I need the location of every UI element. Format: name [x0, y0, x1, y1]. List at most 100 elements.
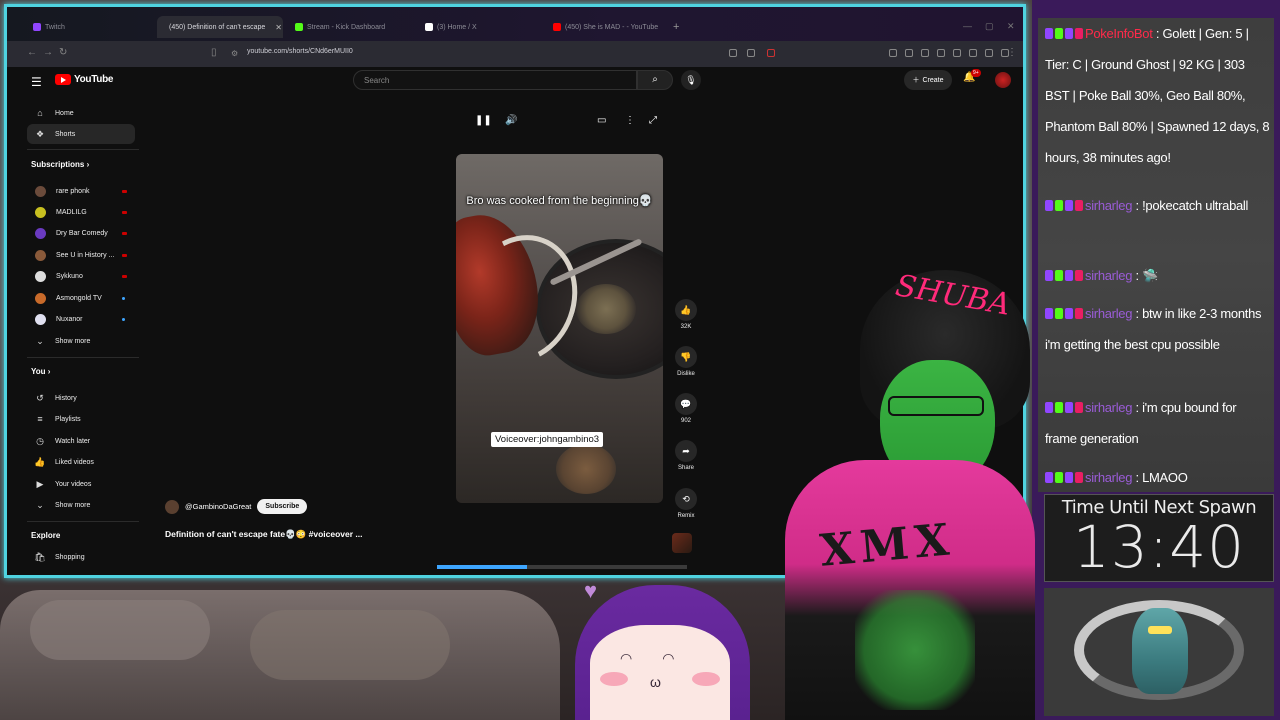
more-options-icon[interactable]: ⋮ — [625, 115, 635, 126]
extension-icon[interactable] — [921, 49, 929, 57]
sidebar-item-playlists[interactable]: ≡ Playlists — [27, 409, 135, 429]
back-icon[interactable]: ← — [27, 47, 37, 58]
chat-username[interactable]: PokeInfoBot — [1085, 26, 1153, 41]
extension-icon[interactable] — [729, 49, 737, 57]
minimize-icon[interactable]: — — [963, 21, 972, 31]
youtube-play-icon — [55, 74, 71, 85]
create-label: Create — [922, 76, 944, 84]
sidebar-item-your-videos[interactable]: ▶ Your videos — [27, 474, 135, 494]
extension-icon[interactable] — [953, 49, 961, 57]
browser-tab-active[interactable]: (450) Definition of can't escape ✕ — [157, 16, 283, 38]
chat-text: LMAOO — [1142, 470, 1188, 485]
browser-tab[interactable]: Stream - Kick Dashboard — [287, 16, 413, 38]
sidebar-channel[interactable]: Sykkuno — [27, 266, 135, 286]
chat-username[interactable]: sirharleg — [1085, 306, 1132, 321]
reload-icon[interactable]: ↻ — [59, 47, 67, 58]
extension-icon[interactable] — [767, 49, 775, 57]
spawn-timer-panel: Time Until Next Spawn 13:40 — [1044, 494, 1274, 582]
maximize-icon[interactable]: ▢ — [985, 21, 994, 32]
extension-icon[interactable] — [747, 49, 755, 57]
sound-thumbnail[interactable] — [672, 533, 692, 553]
like-button[interactable]: 👍 32K — [671, 299, 701, 330]
browser-tab[interactable]: (450) She is MAD - - YouTube — [545, 16, 671, 38]
browser-menu-icon[interactable]: ⋮ — [1007, 47, 1017, 58]
channel-name[interactable]: @GambinoDaGreat — [185, 502, 251, 511]
short-title[interactable]: Definition of can't escape fate💀😳 #voice… — [165, 529, 363, 540]
browser-tab[interactable]: (3) Home / X — [417, 16, 543, 38]
logo-text: YouTube — [74, 74, 114, 85]
close-window-icon[interactable]: ✕ — [1007, 21, 1015, 32]
sidebar-item-history[interactable]: ↺ History — [27, 388, 135, 408]
comments-button[interactable]: 💬 902 — [671, 393, 701, 424]
sidebar-channel[interactable]: Dry Bar Comedy — [27, 223, 135, 243]
captions-icon[interactable]: ▭ — [597, 115, 606, 126]
sidebar-item-liked[interactable]: 👍 Liked videos — [27, 452, 135, 472]
chat-username[interactable]: sirharleg — [1085, 470, 1132, 485]
short-video[interactable]: Bro was cooked from the beginning💀 Voice… — [456, 154, 663, 503]
channel-avatar[interactable] — [165, 499, 179, 514]
playlists-icon: ≡ — [37, 414, 43, 424]
sidebar-channel[interactable]: Asmongold TV — [27, 288, 135, 308]
sidebar-item-shopping[interactable]: 🛍 Shopping — [27, 547, 135, 567]
tab-bar: Twitch (450) Definition of can't escape … — [7, 7, 1023, 41]
video-progress-bar[interactable] — [437, 565, 687, 569]
url-field[interactable]: youtube.com/shorts/CNd6erMUII0 — [247, 48, 353, 55]
sidebar-item-home[interactable]: ⌂ Home — [27, 103, 135, 123]
hamburger-menu-icon[interactable]: ☰ — [31, 75, 42, 89]
site-info-icon[interactable]: ⚙ — [231, 49, 238, 58]
sidebar-channel[interactable]: Nuxanor — [27, 309, 135, 329]
account-avatar[interactable] — [995, 72, 1011, 88]
fullscreen-icon[interactable]: ⤢ — [649, 115, 657, 126]
browser-tab[interactable]: Twitch — [25, 16, 151, 38]
pokemon-display — [1044, 588, 1274, 716]
close-tab-icon[interactable]: ✕ — [275, 23, 282, 32]
volume-icon[interactable]: 🔊 — [505, 115, 517, 126]
sidebar-item-label: Home — [55, 109, 74, 117]
chat-username[interactable]: sirharleg — [1085, 268, 1132, 283]
youtube-logo[interactable]: YouTube — [55, 74, 114, 85]
chat-username[interactable]: sirharleg — [1085, 198, 1132, 213]
live-indicator — [122, 189, 127, 193]
bookmark-icon[interactable]: ▯ — [211, 47, 217, 58]
chat-username[interactable]: sirharleg — [1085, 400, 1132, 415]
sidebar-item-label: Your videos — [55, 480, 92, 488]
extension-icon[interactable] — [985, 49, 993, 57]
chat-badges-icon — [1045, 392, 1085, 423]
new-tab-icon[interactable]: + — [673, 21, 679, 33]
extension-icon[interactable] — [937, 49, 945, 57]
search-icon[interactable]: ⌕ — [637, 70, 673, 90]
sidebar-channel[interactable]: MADLILG — [27, 202, 135, 222]
microphone-icon[interactable]: 🎙 — [681, 70, 701, 90]
sidebar-item-watch-later[interactable]: ◷ Watch later — [27, 431, 135, 451]
blush — [600, 672, 628, 686]
channel-name: rare phonk — [56, 187, 90, 195]
subscribe-button[interactable]: Subscribe — [257, 499, 308, 514]
thumbs-down-icon: 👎 — [675, 346, 697, 368]
create-button[interactable]: ＋ Create — [904, 70, 952, 90]
channel-name: Sykkuno — [56, 272, 83, 280]
sidebar-channel[interactable]: See U in History ... — [27, 245, 135, 265]
forward-icon[interactable]: → — [43, 47, 53, 58]
subscriptions-header[interactable]: Subscriptions › — [31, 160, 89, 169]
shorts-icon: ❖ — [35, 128, 45, 139]
extension-icon[interactable] — [905, 49, 913, 57]
show-more-button[interactable]: ⌄ Show more — [27, 331, 135, 351]
chibi-avatar-eyes: ◠◠ — [620, 650, 705, 666]
dislike-button[interactable]: 👎 Dislike — [671, 346, 701, 377]
chevron-right-icon: › — [86, 160, 90, 169]
heart-icon: ♥ — [584, 578, 598, 603]
new-content-indicator — [122, 296, 125, 300]
channel-info: @GambinoDaGreat Subscribe — [165, 499, 308, 514]
pause-icon[interactable]: ❚❚ — [475, 115, 492, 126]
show-more-button[interactable]: ⌄ Show more — [27, 495, 135, 515]
sidebar-item-shorts[interactable]: ❖ Shorts — [27, 124, 135, 144]
remix-button[interactable]: ⟲ Remix — [671, 488, 701, 519]
tab-label: Twitch — [45, 23, 65, 31]
sidebar-channel[interactable]: rare phonk — [27, 181, 135, 201]
you-header[interactable]: You › — [31, 367, 50, 376]
share-button[interactable]: ➦ Share — [671, 440, 701, 471]
search-input[interactable]: Search — [353, 70, 637, 90]
extension-icon[interactable] — [889, 49, 897, 57]
extension-icon[interactable] — [969, 49, 977, 57]
channel-avatar — [35, 227, 46, 239]
